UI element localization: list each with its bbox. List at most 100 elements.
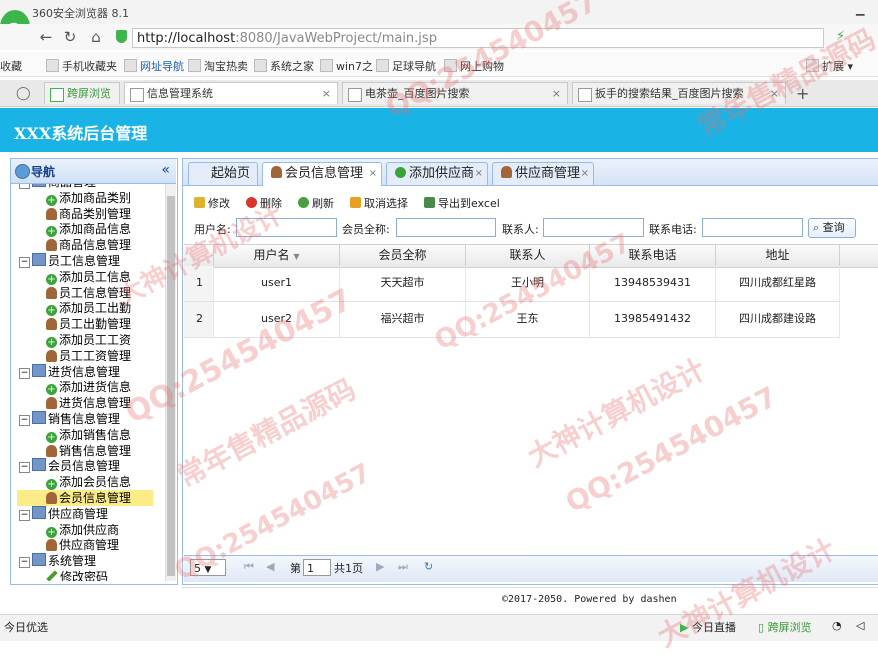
cancel-select-button[interactable]: 取消选择: [350, 195, 408, 211]
reload-icon[interactable]: ↻: [424, 560, 433, 573]
status-left-text[interactable]: 今日优选: [4, 619, 48, 635]
sidebar-item[interactable]: 销售信息管理: [46, 443, 131, 459]
sidebar-item[interactable]: 商品信息管理: [46, 237, 131, 253]
nav-scrollbar[interactable]: [165, 184, 176, 581]
sidebar-item[interactable]: 员工信息管理: [46, 285, 131, 301]
username-input[interactable]: [236, 218, 337, 237]
contact-input[interactable]: [543, 218, 644, 237]
sidebar-item[interactable]: − 进货信息管理: [19, 363, 120, 380]
collapse-toggle-icon[interactable]: −: [19, 257, 30, 268]
sidebar-item[interactable]: + 添加员工出勤: [46, 300, 131, 317]
bookmark-favorites[interactable]: 收藏: [0, 58, 22, 74]
volume-icon[interactable]: ◁: [856, 619, 864, 632]
sidebar-item[interactable]: − 系统管理: [19, 553, 96, 569]
sidebar-item[interactable]: − 员工信息管理: [19, 253, 120, 269]
column-contact[interactable]: 联系人: [466, 245, 590, 267]
close-tab-icon[interactable]: ×: [770, 83, 779, 104]
collapse-toggle-icon[interactable]: −: [19, 415, 30, 426]
browser-tab-kettle[interactable]: 电茶壶_百度图片搜索 ×: [342, 82, 568, 104]
close-tab-icon[interactable]: ×: [581, 163, 589, 185]
url-input[interactable]: http://localhost:8080/JavaWebProject/mai…: [132, 28, 824, 48]
extensions-button[interactable]: 扩展 ▾: [806, 58, 853, 74]
column-phone[interactable]: 联系电话: [590, 245, 716, 267]
search-button[interactable]: ⌕ 查询: [808, 218, 856, 238]
bookmark-win7[interactable]: win7之: [320, 58, 373, 74]
bookmark-taobao[interactable]: 淘宝热卖: [188, 58, 248, 74]
edit-button[interactable]: 修改: [194, 195, 230, 211]
sidebar-item[interactable]: 修改密码: [46, 569, 108, 581]
status-bar: [0, 614, 878, 641]
sidebar-item[interactable]: + 添加商品类别: [46, 190, 131, 206]
sidebar-item[interactable]: + 添加供应商: [46, 522, 119, 538]
tab-member-info[interactable]: 会员信息管理 ×: [262, 162, 382, 186]
tab-list-icon[interactable]: ◯: [16, 86, 31, 101]
refresh-button[interactable]: 刷新: [298, 195, 334, 211]
bookmark-nav[interactable]: 网址导航: [124, 58, 184, 74]
lightning-icon[interactable]: ⚡: [836, 29, 845, 44]
prev-page-icon[interactable]: ◀: [266, 560, 274, 573]
collapse-toggle-icon[interactable]: −: [19, 184, 30, 189]
sidebar-item[interactable]: + 添加会员信息: [46, 474, 131, 491]
first-page-icon[interactable]: ⏮: [244, 560, 254, 574]
scrollbar-thumb[interactable]: [167, 196, 175, 576]
tab-home[interactable]: 起始页: [188, 162, 258, 185]
minimize-icon[interactable]: ▁: [856, 3, 864, 16]
sidebar-item[interactable]: + 添加员工信息: [46, 269, 131, 285]
sidebar-item[interactable]: 供应商管理: [46, 537, 119, 553]
close-tab-icon[interactable]: ×: [369, 163, 377, 185]
page-number-input[interactable]: 1: [303, 559, 331, 576]
close-tab-icon[interactable]: ×: [552, 83, 561, 104]
collapse-toggle-icon[interactable]: −: [19, 462, 30, 474]
column-fullname[interactable]: 会员全称: [340, 245, 466, 267]
collapse-toggle-icon[interactable]: −: [19, 509, 30, 521]
table-row[interactable]: 2 user2 福兴超市 王东 13985491432 四川成都建设路: [184, 302, 840, 338]
delete-button[interactable]: 删除: [246, 195, 282, 211]
sidebar-item-label: 系统管理: [48, 554, 97, 569]
browser-tab-cross-screen[interactable]: 跨屏浏览: [44, 82, 120, 104]
sidebar-item[interactable]: 进货信息管理: [46, 395, 131, 411]
sidebar-item[interactable]: 员工工资管理: [46, 348, 131, 364]
bookmark-mobile[interactable]: 手机收藏夹: [46, 58, 117, 74]
sidebar-item[interactable]: − 会员信息管理: [19, 458, 120, 474]
browser-tab-wrench[interactable]: 扳手的搜索结果_百度图片搜索 ×: [572, 82, 786, 104]
sidebar-item[interactable]: + 添加销售信息: [46, 427, 131, 443]
sidebar-item[interactable]: − 销售信息管理: [19, 411, 120, 427]
back-icon[interactable]: ←: [36, 28, 56, 46]
cell-contact: 王东: [466, 302, 590, 337]
fullname-input[interactable]: [396, 218, 496, 237]
browser-tab-info-system[interactable]: 信息管理系统 ×: [124, 82, 338, 104]
home-icon[interactable]: ⌂: [86, 28, 106, 46]
live-button[interactable]: ▶ 今日直播: [680, 619, 736, 635]
table-row[interactable]: 1 user1 天天超市 王小明 13948539431 四川成都红星路: [184, 266, 840, 302]
sidebar-item[interactable]: + 添加员工工资: [46, 332, 131, 348]
sidebar-item[interactable]: 会员信息管理: [17, 490, 153, 506]
collapse-icon[interactable]: «: [161, 162, 170, 178]
nav-header: 导航 «: [11, 159, 176, 184]
sidebar-item[interactable]: + 添加进货信息: [46, 379, 131, 396]
phone-input[interactable]: [702, 218, 803, 237]
cross-screen-button[interactable]: ▯ 跨屏浏览: [758, 619, 812, 635]
new-tab-button[interactable]: +: [796, 84, 809, 103]
last-page-icon[interactable]: ⏭: [398, 560, 408, 574]
sidebar-item[interactable]: 员工出勤管理: [46, 316, 131, 332]
bookmark-football[interactable]: 足球导航: [376, 58, 436, 74]
sidebar-item-label: 商品管理: [48, 184, 96, 189]
bookmark-shopping[interactable]: 网上购物: [444, 58, 504, 74]
speed-icon[interactable]: ◔: [832, 619, 842, 632]
collapse-toggle-icon[interactable]: −: [19, 367, 30, 379]
next-page-icon[interactable]: ▶: [376, 560, 384, 573]
close-tab-icon[interactable]: ×: [322, 83, 331, 104]
close-tab-icon[interactable]: ×: [475, 163, 483, 185]
page-size-select[interactable]: 5 ▼: [190, 559, 226, 576]
bookmark-system-home[interactable]: 系统之家: [254, 58, 314, 74]
refresh-icon[interactable]: ↻: [60, 28, 80, 46]
column-username[interactable]: 用户名 ▼: [214, 245, 340, 267]
sidebar-item[interactable]: 商品类别管理: [46, 206, 131, 222]
tab-supplier-manage[interactable]: 供应商管理 ×: [492, 162, 594, 185]
sidebar-item[interactable]: − 供应商管理: [19, 505, 108, 522]
collapse-toggle-icon[interactable]: −: [19, 557, 30, 569]
export-excel-button[interactable]: 导出到excel: [424, 195, 500, 211]
column-address[interactable]: 地址: [716, 245, 840, 267]
tab-add-supplier[interactable]: 添加供应商 ×: [386, 162, 488, 185]
sidebar-item[interactable]: + 添加商品信息: [46, 221, 131, 238]
